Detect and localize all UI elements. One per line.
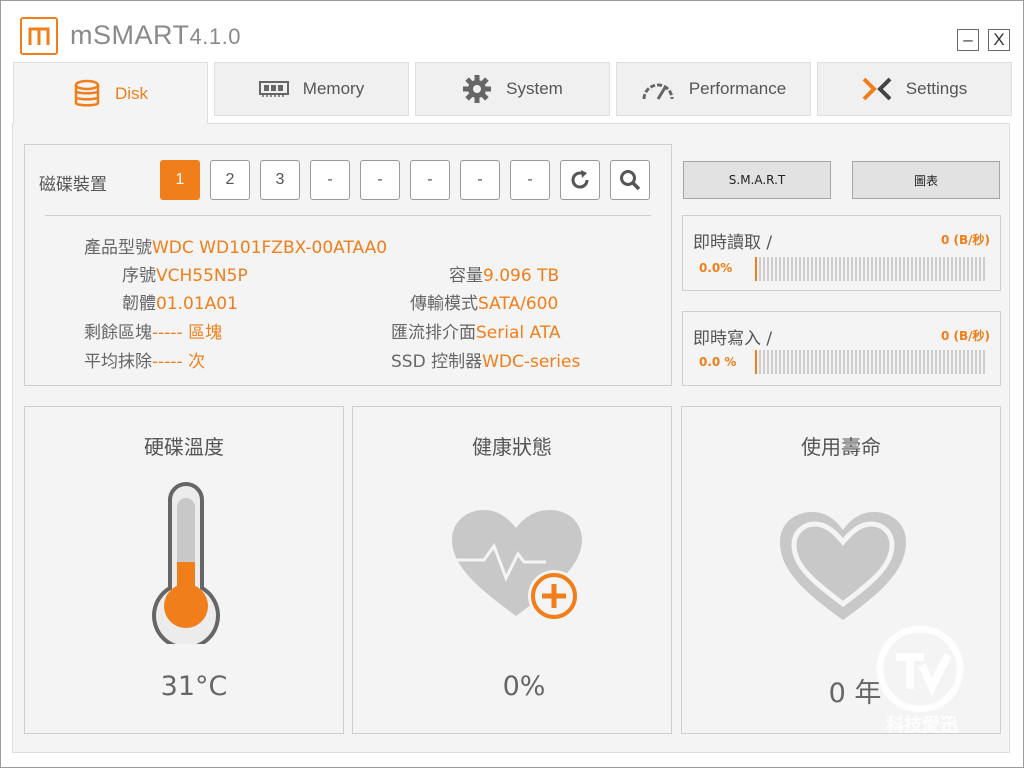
capacity-value: 9.096 TB — [483, 266, 560, 286]
firmware-value: 01.01A01 — [156, 294, 238, 314]
read-meter — [755, 257, 985, 281]
write-meter-fill — [755, 350, 757, 374]
write-rate: 0 (B/秒) — [940, 329, 990, 343]
device-button-6[interactable]: - — [410, 160, 450, 200]
spare-row: 剩餘區塊----- 區塊 — [84, 318, 222, 343]
tab-memory-label: Memory — [302, 79, 365, 98]
tab-memory[interactable]: Memory — [214, 62, 409, 116]
app-title: mSMART4.1.0 — [70, 20, 241, 51]
read-rate: 0 (B/秒) — [940, 233, 990, 247]
smart-button[interactable]: S.M.A.R.T — [683, 161, 831, 199]
wear-label: 平均抹除 — [84, 352, 152, 372]
device-button-1[interactable]: 1 — [160, 160, 200, 200]
write-title: 即時寫入 / — [693, 329, 773, 349]
transfer-label: 傳輸模式 — [410, 294, 478, 314]
app-name: mSMART — [70, 20, 190, 50]
temperature-value: 31°C — [160, 671, 228, 702]
capacity-row: 容量9.096 TB — [449, 261, 559, 286]
interface-label: 匯流排介面 — [391, 323, 476, 343]
chart-button[interactable]: 圖表 — [852, 161, 1000, 199]
minimize-button[interactable]: – — [957, 29, 979, 51]
firmware-row: 韌體01.01A01 — [122, 289, 238, 314]
tab-disk[interactable]: Disk — [13, 62, 208, 124]
watermark: 科技愛迅 — [870, 625, 970, 736]
model-label: 產品型號 — [84, 238, 152, 258]
watermark-logo-icon — [876, 625, 964, 713]
device-label: 磁碟裝置 — [39, 175, 107, 195]
device-button-2[interactable]: 2 — [210, 160, 250, 200]
app-logo — [20, 17, 58, 55]
app-version: 4.1.0 — [189, 24, 241, 49]
interface-row: 匯流排介面Serial ATA — [391, 318, 561, 343]
model-value: WDC WD101FZBX-00ATAA0 — [152, 238, 388, 258]
life-title: 使用壽命 — [801, 435, 881, 459]
health-title: 健康狀態 — [472, 435, 552, 459]
speedometer-icon — [641, 77, 675, 101]
search-icon — [620, 170, 641, 191]
tab-performance[interactable]: Performance — [616, 62, 811, 116]
transfer-row: 傳輸模式SATA/600 — [410, 289, 558, 314]
tab-disk-label: Disk — [114, 83, 149, 103]
transfer-value: SATA/600 — [478, 294, 559, 314]
device-separator — [45, 215, 651, 216]
device-button-7[interactable]: - — [460, 160, 500, 200]
spare-label: 剩餘區塊 — [84, 323, 152, 343]
heart-icon — [778, 510, 908, 628]
device-button-3[interactable]: 3 — [260, 160, 300, 200]
capacity-label: 容量 — [449, 266, 483, 286]
tab-system[interactable]: System — [415, 62, 610, 116]
refresh-button[interactable] — [560, 160, 600, 200]
settings-x-icon — [862, 76, 892, 102]
close-button[interactable]: X — [988, 29, 1010, 51]
memory-chip-icon — [258, 79, 289, 99]
health-value: 0% — [502, 671, 546, 702]
database-icon — [73, 79, 101, 109]
thermometer-icon — [146, 478, 226, 650]
tab-system-label: System — [506, 79, 563, 98]
gear-icon — [462, 74, 492, 104]
device-button-5[interactable]: - — [360, 160, 400, 200]
controller-value: WDC-series — [482, 352, 581, 372]
search-button[interactable] — [610, 160, 650, 200]
model-row: 產品型號WDC WD101FZBX-00ATAA0 — [84, 233, 387, 258]
serial-row: 序號VCH55N5P — [122, 261, 248, 286]
read-title: 即時讀取 / — [693, 233, 773, 253]
device-button-8[interactable]: - — [510, 160, 550, 200]
spare-value: ----- 區塊 — [152, 323, 223, 343]
serial-label: 序號 — [122, 266, 156, 286]
wear-row: 平均抹除----- 次 — [84, 347, 205, 372]
serial-value: VCH55N5P — [156, 266, 248, 286]
controller-label: SSD 控制器 — [391, 352, 483, 372]
temperature-title: 硬碟溫度 — [144, 435, 224, 459]
refresh-icon — [571, 170, 589, 189]
wear-value: ----- 次 — [152, 352, 206, 372]
firmware-label: 韌體 — [122, 294, 156, 314]
interface-value: Serial ATA — [476, 323, 561, 343]
read-meter-fill — [755, 257, 757, 281]
watermark-text: 科技愛迅 — [886, 715, 958, 736]
write-meter — [755, 350, 985, 374]
read-percent: 0.0% — [699, 261, 733, 275]
tab-performance-label: Performance — [688, 79, 787, 98]
tab-settings[interactable]: Settings — [817, 62, 1012, 116]
write-percent: 0.0 % — [699, 355, 737, 369]
tab-settings-label: Settings — [905, 79, 968, 98]
heart-health-icon — [450, 508, 584, 630]
device-button-4[interactable]: - — [310, 160, 350, 200]
controller-row: SSD 控制器WDC-series — [391, 347, 580, 372]
